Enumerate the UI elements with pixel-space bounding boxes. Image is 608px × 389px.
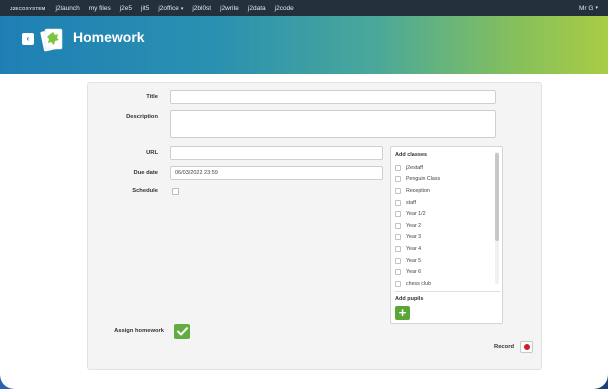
record-button[interactable]	[520, 341, 533, 353]
classes-scroll-thumb[interactable]	[495, 153, 499, 241]
brand-logo[interactable]: J2ECOSYSTEM	[10, 6, 45, 11]
add-pupils-title: Add pupils	[395, 296, 424, 302]
assign-homework-label: Assign homework	[114, 328, 164, 334]
class-checkbox[interactable]	[395, 257, 401, 264]
header-banner: ‹ Homework	[0, 16, 608, 74]
class-label: Year 6	[406, 269, 422, 276]
class-label: Year 3	[406, 234, 422, 241]
list-item[interactable]: Penguin Class	[395, 174, 493, 186]
title-input[interactable]	[170, 90, 496, 104]
due-date-input[interactable]: 06/03/2022 23:59	[170, 166, 383, 180]
list-item[interactable]: Year 2	[395, 220, 493, 232]
classes-scrollbar[interactable]	[495, 152, 499, 284]
divider	[394, 291, 500, 292]
class-label: Reception	[406, 187, 430, 194]
class-label: Year 5	[406, 257, 422, 264]
class-label: staff	[406, 199, 416, 206]
class-checkbox[interactable]	[395, 199, 401, 206]
app-window: J2ECOSYSTEM j2launch my files j2e5 jit5 …	[0, 0, 608, 389]
class-checkbox[interactable]	[395, 245, 401, 252]
list-item[interactable]: Reception	[395, 185, 493, 197]
due-date-label: Due date	[133, 170, 158, 176]
schedule-checkbox[interactable]	[172, 188, 179, 195]
description-label: Description	[126, 114, 158, 120]
classes-box: Add classes j2estaff Penguin Class Recep…	[390, 146, 503, 324]
chevron-down-icon: ▾	[595, 5, 598, 11]
class-label: chess club	[406, 280, 432, 287]
class-checkbox[interactable]	[395, 269, 401, 276]
url-input[interactable]	[170, 146, 383, 160]
nav-item-j2code[interactable]: j2code	[275, 5, 294, 12]
list-item[interactable]: Year 5	[395, 255, 493, 267]
class-checkbox[interactable]	[395, 187, 401, 194]
list-item[interactable]: staff	[395, 197, 493, 209]
homework-logo-icon	[40, 28, 63, 52]
plus-icon: +	[398, 305, 407, 320]
page-title: Homework	[73, 29, 145, 45]
list-item[interactable]: chess club	[395, 278, 493, 290]
class-label: Year 4	[406, 245, 422, 252]
class-list: j2estaff Penguin Class Reception staff Y…	[395, 162, 493, 290]
record-dot-icon	[523, 344, 530, 350]
list-item[interactable]: Year 6	[395, 266, 493, 278]
nav-item-j2write[interactable]: j2write	[220, 5, 239, 12]
chevron-down-icon: ▾	[180, 5, 184, 12]
nav-item-j2bl0st[interactable]: j2bl0st	[192, 5, 211, 12]
class-checkbox[interactable]	[395, 234, 401, 241]
list-item[interactable]: j2estaff	[395, 162, 493, 174]
user-name: Mr G	[579, 4, 594, 12]
homework-form-panel: Title Description URL Due date 06/03/202…	[87, 82, 542, 370]
nav-item-j2launch[interactable]: j2launch	[55, 5, 79, 12]
back-button[interactable]: ‹	[22, 33, 34, 45]
checkmark-icon	[176, 327, 188, 336]
list-item[interactable]: Year 4	[395, 243, 493, 255]
class-checkbox[interactable]	[395, 222, 401, 229]
assign-homework-button[interactable]	[174, 324, 190, 339]
description-textarea[interactable]	[170, 110, 496, 138]
user-menu[interactable]: Mr G ▾	[579, 0, 598, 16]
nav-item-j2office-label: j2office	[158, 4, 179, 12]
nav-item-jit5[interactable]: jit5	[141, 5, 149, 12]
url-label: URL	[146, 150, 158, 156]
back-arrow-icon: ‹	[26, 34, 30, 43]
class-checkbox[interactable]	[395, 176, 401, 183]
main-content: Title Description URL Due date 06/03/202…	[0, 74, 608, 389]
record-label: Record	[494, 344, 514, 350]
top-nav-bar: J2ECOSYSTEM j2launch my files j2e5 jit5 …	[0, 0, 608, 16]
nav-item-j2e5[interactable]: j2e5	[120, 5, 132, 12]
list-item[interactable]: Year 3	[395, 232, 493, 244]
class-label: Year 1/2	[406, 211, 426, 218]
nav-item-j2office[interactable]: j2office ▾	[158, 5, 183, 12]
class-label: Year 2	[406, 222, 422, 229]
list-item[interactable]: Year 1/2	[395, 208, 493, 220]
add-classes-title: Add classes	[395, 152, 428, 158]
class-checkbox[interactable]	[395, 211, 401, 218]
add-pupils-button[interactable]: +	[395, 306, 410, 320]
class-label: Penguin Class	[406, 176, 441, 183]
class-checkbox[interactable]	[395, 164, 401, 171]
title-label: Title	[146, 94, 158, 100]
class-label: j2estaff	[406, 164, 423, 171]
class-checkbox[interactable]	[395, 280, 401, 287]
schedule-label: Schedule	[132, 188, 158, 194]
nav-item-my-files[interactable]: my files	[89, 5, 111, 12]
nav-item-j2data[interactable]: j2data	[248, 5, 266, 12]
